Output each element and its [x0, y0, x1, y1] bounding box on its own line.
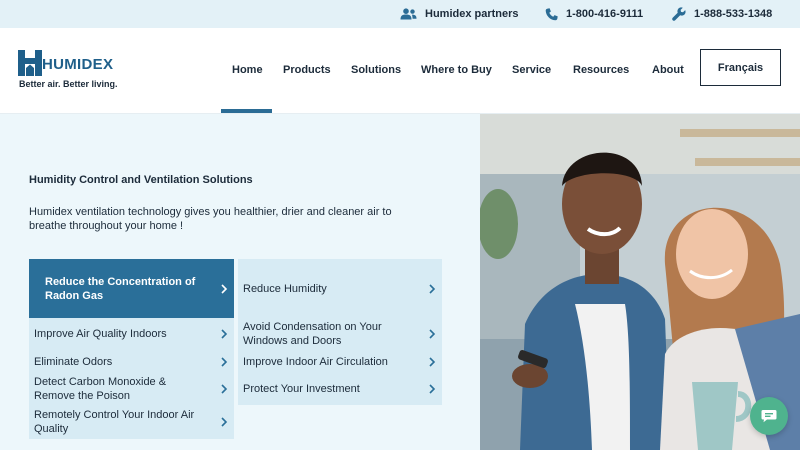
chevron-right-icon [221, 356, 228, 367]
service-phone-link[interactable]: 1-888-533-1348 [672, 0, 772, 28]
chevron-right-icon [429, 384, 436, 394]
chevron-right-icon [429, 283, 436, 294]
solution-tile-carbon-monoxide[interactable]: Detect Carbon Monoxide & Remove the Pois… [29, 373, 234, 405]
nav-about[interactable]: About [652, 64, 684, 76]
top-utility-bar: Humidex partners 1-800-416-9111 1-888-53… [0, 0, 800, 28]
solution-tile-label: Remotely Control Your Indoor Air Quality [34, 409, 195, 435]
solution-tile-radon[interactable]: Reduce the Concentration of Radon Gas [29, 259, 234, 318]
hero-heading: Humidity Control and Ventilation Solutio… [29, 174, 253, 186]
partners-label: Humidex partners [425, 8, 519, 20]
users-icon [400, 8, 417, 20]
chevron-right-icon [221, 283, 228, 294]
phone-link-1[interactable]: 1-800-416-9111 [545, 0, 643, 28]
nav-products[interactable]: Products [283, 64, 331, 76]
couple-illustration [480, 114, 800, 450]
hero-description: Humidex ventilation technology gives you… [29, 206, 392, 232]
solution-tile-label: Reduce Humidity [243, 282, 327, 295]
wrench-icon [672, 7, 686, 21]
logo-wordmark: HUMIDEX [42, 56, 114, 73]
site-header: HUMIDEX Better air. Better living. Home … [0, 28, 800, 114]
solution-tile-odors[interactable]: Eliminate Odors [29, 350, 234, 373]
phone-icon [545, 7, 558, 20]
solution-tile-air-quality[interactable]: Improve Air Quality Indoors [29, 318, 234, 350]
nav-active-indicator [221, 109, 272, 113]
solution-tile-label: Protect Your Investment [243, 383, 360, 395]
solution-tile-label: Improve Indoor Air Circulation [243, 355, 388, 368]
phone-number-1: 1-800-416-9111 [566, 8, 644, 20]
partners-link[interactable]: Humidex partners [400, 0, 519, 28]
chevron-right-icon [221, 384, 228, 394]
humidex-logo[interactable]: HUMIDEX Better air. Better living. [18, 50, 128, 94]
nav-solutions[interactable]: Solutions [351, 64, 401, 76]
chevron-right-icon [429, 356, 436, 367]
solution-tile-label: Detect Carbon Monoxide & Remove the Pois… [34, 376, 167, 402]
nav-where-to-buy[interactable]: Where to Buy [421, 64, 492, 76]
language-toggle-button[interactable]: Français [700, 49, 781, 86]
chat-button[interactable] [750, 397, 788, 435]
house-h-logo-icon [18, 50, 42, 76]
chevron-right-icon [221, 417, 228, 427]
nav-service[interactable]: Service [512, 64, 551, 76]
chevron-right-icon [429, 329, 436, 339]
solution-tile-label: Eliminate Odors [34, 355, 113, 368]
solution-tile-remote-control[interactable]: Remotely Control Your Indoor Air Quality [29, 405, 234, 439]
solution-tile-humidity[interactable]: Reduce Humidity [238, 259, 442, 318]
logo-tagline: Better air. Better living. [19, 79, 118, 89]
chat-icon [761, 410, 777, 423]
phone-number-2: 1-888-533-1348 [694, 8, 773, 20]
solution-tile-label: Avoid Condensation on Your Windows and D… [243, 321, 382, 347]
chevron-right-icon [221, 329, 228, 339]
solution-tile-label: Reduce the Concentration of Radon Gas [45, 275, 196, 302]
solution-tile-air-circulation[interactable]: Improve Indoor Air Circulation [238, 350, 442, 373]
nav-resources[interactable]: Resources [573, 64, 629, 76]
solution-tile-investment[interactable]: Protect Your Investment [238, 373, 442, 405]
solution-tile-condensation[interactable]: Avoid Condensation on Your Windows and D… [238, 318, 442, 350]
hero-photo-couple [480, 114, 800, 450]
solution-tile-label: Improve Air Quality Indoors [34, 328, 167, 340]
nav-home[interactable]: Home [232, 64, 263, 76]
